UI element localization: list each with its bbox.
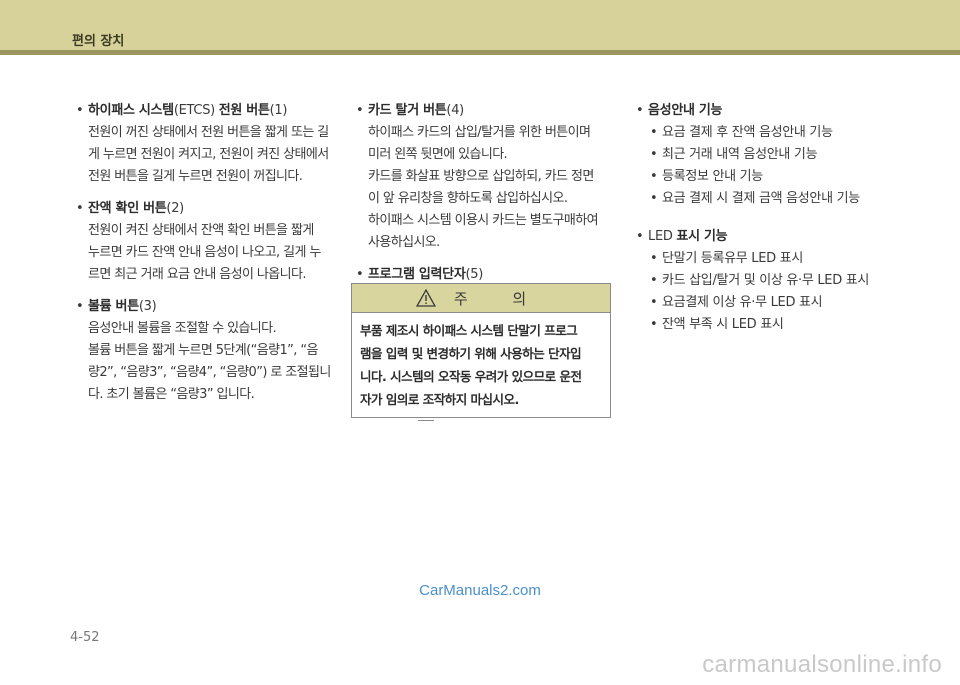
item-text-line: 전원 버튼을 길게 누르면 전원이 꺼집니다.	[88, 169, 303, 184]
item-text-line: 하이패스 시스템 이용시 카드는 별도구매하여	[368, 213, 599, 228]
item-heading: 카드 탈거 버튼(4)	[368, 103, 464, 118]
item-text-line: 다. 초기 볼륨은 “음량3” 입니다.	[88, 387, 255, 402]
caution-box-tab	[418, 416, 434, 421]
section-title: 편의 장치	[72, 34, 125, 49]
item-heading: 잔액 확인 버튼(2)	[88, 201, 184, 216]
item-text-line: 게 누르면 전원이 켜지고, 전원이 켜진 상태에서	[88, 147, 329, 162]
item-heading: 하이패스 시스템(ETCS) 전원 버튼(1)	[88, 103, 288, 118]
list-item-led-display: • LED 표시 기능 • 단말기 등록유무 LED 표시 • 카드 삽입/탈거 및…	[636, 226, 886, 336]
sub-item: • 요금 결제 시 결제 금액 음성안내 기능	[650, 191, 860, 206]
page-number: 4-52	[70, 630, 100, 645]
sub-item: • 등록정보 안내 기능	[650, 169, 763, 184]
header-stripe	[0, 50, 960, 55]
bullet: •	[76, 299, 84, 314]
item-text-line: 전원이 꺼진 상태에서 전원 버튼을 짧게 또는 길	[88, 125, 329, 140]
sub-item: • 단말기 등록유무 LED 표시	[650, 251, 804, 266]
list-item-volume-button: • 볼륨 버튼(3) 음성안내 볼륨을 조절할 수 있습니다. 볼륨 버튼을 짧…	[76, 296, 338, 406]
column-right: • 음성안내 기능 • 요금 결제 후 잔액 음성안내 기능 • 최근 거래 내역 …	[636, 100, 886, 352]
bullet: •	[636, 103, 644, 118]
item-text-line: 볼륨 버튼을 짧게 누르면 5단계(“음량1”, “음	[88, 343, 318, 358]
list-item-balance-button: • 잔액 확인 버튼(2) 전원이 켜진 상태에서 잔액 확인 버튼을 짧게 누…	[76, 198, 338, 286]
item-text-line: 이 앞 유리창을 향하도록 삽입하십시오.	[368, 191, 568, 206]
bullet: •	[356, 103, 364, 118]
warning-icon	[415, 289, 436, 307]
item-text-line: 미러 왼쪽 뒷면에 있습니다.	[368, 147, 508, 162]
sub-item: • 최근 거래 내역 음성안내 기능	[650, 147, 818, 162]
item-text-line: 르면 최근 거래 요금 안내 음성이 나옵니다.	[88, 267, 306, 282]
watermark-link[interactable]: CarManuals2.com	[0, 582, 960, 599]
item-text-line: 량2”, “음량3”, “음량4”, “음량0”) 로 조절됩니	[88, 365, 331, 380]
column-middle: • 카드 탈거 버튼(4) 하이패스 카드의 삽입/탈거를 위한 버튼이며 미러…	[356, 100, 614, 296]
sub-item: • 카드 삽입/탈거 및 이상 유·무 LED 표시	[650, 273, 870, 288]
caution-title: 주 의	[453, 289, 547, 308]
item-text-line: 음성안내 볼륨을 조절할 수 있습니다.	[88, 321, 277, 336]
caution-box: 주 의 부품 제조시 하이패스 시스템 단말기 프로그 램을 입력 및 변경하기…	[351, 283, 611, 418]
bullet: •	[636, 229, 644, 244]
caution-line: 자가 임의로 조작하지 마십시오.	[360, 392, 519, 407]
list-item-voice-guide: • 음성안내 기능 • 요금 결제 후 잔액 음성안내 기능 • 최근 거래 내역 …	[636, 100, 886, 210]
item-text-line: 전원이 켜진 상태에서 잔액 확인 버튼을 짧게	[88, 223, 314, 238]
header-bar: 편의 장치	[0, 0, 960, 50]
list-item-card-eject-button: • 카드 탈거 버튼(4) 하이패스 카드의 삽입/탈거를 위한 버튼이며 미러…	[356, 100, 614, 254]
sub-item: • 잔액 부족 시 LED 표시	[650, 317, 784, 332]
list-item-power-button: • 하이패스 시스템(ETCS) 전원 버튼(1) 전원이 꺼진 상태에서 전원…	[76, 100, 338, 188]
caution-text: 부품 제조시 하이패스 시스템 단말기 프로그 램을 입력 및 변경하기 위해 …	[352, 313, 610, 411]
item-text-line: 카드를 화살표 방향으로 삽입하되, 카드 정면	[368, 169, 594, 184]
bullet: •	[76, 103, 84, 118]
column-left: • 하이패스 시스템(ETCS) 전원 버튼(1) 전원이 꺼진 상태에서 전원…	[76, 100, 338, 416]
caution-line: 램을 입력 및 변경하기 위해 사용하는 단자입	[360, 346, 582, 361]
item-text-line: 사용하십시오.	[368, 235, 440, 250]
site-watermark: carmanualsonline.info	[702, 651, 942, 678]
item-text-line: 하이패스 카드의 삽입/탈거를 위한 버튼이며	[368, 125, 591, 140]
item-heading: 볼륨 버튼(3)	[88, 299, 157, 314]
sub-item: • 요금결제 이상 유·무 LED 표시	[650, 295, 823, 310]
caution-header: 주 의	[352, 284, 610, 313]
caution-line: 부품 제조시 하이패스 시스템 단말기 프로그	[360, 323, 578, 338]
sub-item: • 요금 결제 후 잔액 음성안내 기능	[650, 125, 833, 140]
caution-line: 니다. 시스템의 오작동 우려가 있으므로 운전	[360, 369, 582, 384]
bullet: •	[76, 201, 84, 216]
item-text-line: 누르면 카드 잔액 안내 음성이 나오고, 길게 누	[88, 245, 321, 260]
item-heading: 음성안내 기능	[648, 103, 723, 118]
item-heading: LED 표시 기능	[648, 229, 728, 244]
